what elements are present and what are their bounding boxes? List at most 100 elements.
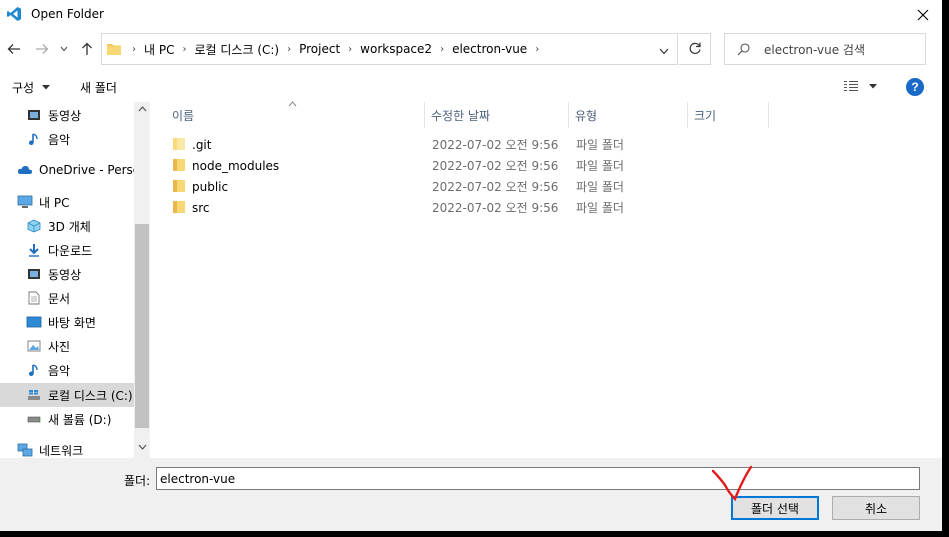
- sidebar-item-my-pc[interactable]: 내 PC: [0, 190, 134, 214]
- cancel-button[interactable]: 취소: [832, 496, 920, 520]
- table-row[interactable]: src 2022-07-02 오전 9:56 파일 폴더: [172, 197, 672, 218]
- column-header-date[interactable]: 수정한 날짜: [425, 102, 569, 128]
- download-icon: [26, 242, 42, 258]
- search-icon: [737, 42, 750, 56]
- folder-label: 폴더:: [124, 474, 151, 488]
- sidebar-item-label: 3D 개체: [48, 219, 91, 234]
- column-header-label: 유형: [575, 108, 598, 123]
- new-folder-button[interactable]: 새 폴더: [80, 79, 117, 96]
- music-icon: [26, 131, 42, 147]
- column-header-name[interactable]: 이름: [166, 102, 425, 128]
- breadcrumb-item-workspace2[interactable]: workspace2: [360, 42, 432, 56]
- music-icon: [26, 362, 42, 378]
- sidebar-item-label: 내 PC: [39, 195, 70, 210]
- column-header-size[interactable]: 크기: [688, 102, 769, 128]
- sidebar-item-local-disk-c[interactable]: 로컬 디스크 (C:): [0, 383, 134, 407]
- chevron-right-icon[interactable]: ›: [132, 44, 136, 55]
- file-date: 2022-07-02 오전 9:56: [432, 201, 559, 215]
- back-arrow-icon[interactable]: [5, 40, 23, 58]
- sidebar-item-network[interactable]: 네트워크: [0, 438, 134, 458]
- file-list: 이름 수정한 날짜 유형 크기 .git 2022-07-02 오전 9:56 …: [150, 101, 942, 458]
- recent-locations-chevron-icon[interactable]: [58, 40, 70, 58]
- sidebar-item-onedrive[interactable]: OneDrive - Personal: [0, 158, 134, 182]
- sidebar-item-label: 바탕 화면: [48, 315, 96, 330]
- drive-icon: [26, 387, 42, 403]
- chevron-down-icon: [42, 85, 51, 90]
- forward-arrow-icon[interactable]: [33, 40, 51, 58]
- folder-icon: [172, 158, 186, 172]
- organize-label: 구성: [12, 81, 35, 95]
- table-row[interactable]: node_modules 2022-07-02 오전 9:56 파일 폴더: [172, 155, 672, 176]
- chevron-right-icon[interactable]: ›: [287, 44, 291, 55]
- help-icon[interactable]: ?: [906, 78, 924, 96]
- address-row: › 내 PC › 로컬 디스크 (C:) › Project › workspa…: [0, 31, 942, 69]
- pc-icon: [17, 194, 33, 210]
- sidebar-item-videos[interactable]: 동영상: [0, 103, 134, 127]
- breadcrumb-item-project[interactable]: Project: [299, 42, 340, 56]
- sidebar-item-label: 음악: [48, 132, 71, 147]
- file-date: 2022-07-02 오전 9:56: [432, 138, 559, 152]
- search-box[interactable]: electron-vue 검색: [724, 33, 926, 65]
- sidebar-scrollbar[interactable]: [134, 102, 150, 458]
- sidebar-item-pictures[interactable]: 사진: [0, 334, 134, 358]
- file-type: 파일 폴더: [576, 159, 624, 173]
- video-icon: [26, 107, 42, 123]
- file-name: .git: [192, 137, 212, 152]
- folder-icon: [172, 179, 186, 193]
- folder-icon: [172, 137, 186, 151]
- file-date: 2022-07-02 오전 9:56: [432, 159, 559, 173]
- file-date: 2022-07-02 오전 9:56: [432, 180, 559, 194]
- folder-name-input[interactable]: [156, 467, 920, 490]
- address-bar[interactable]: › 내 PC › 로컬 디스크 (C:) › Project › workspa…: [101, 33, 678, 65]
- view-options-button[interactable]: [843, 80, 877, 92]
- breadcrumb-item-local-disk[interactable]: 로컬 디스크 (C:): [194, 41, 279, 58]
- chevron-right-icon[interactable]: ›: [348, 44, 352, 55]
- sidebar-item-label: 다운로드: [48, 243, 93, 258]
- details-view-icon: [843, 80, 859, 92]
- organize-button[interactable]: 구성: [12, 79, 51, 96]
- select-folder-button[interactable]: 폴더 선택: [731, 496, 819, 520]
- refresh-button[interactable]: [679, 33, 711, 65]
- drive-icon: [26, 411, 42, 427]
- desktop-icon: [26, 314, 42, 330]
- file-name: src: [192, 200, 210, 215]
- sidebar-item-music[interactable]: 음악: [0, 127, 134, 151]
- sidebar-item-music-pc[interactable]: 음악: [0, 358, 134, 382]
- column-header-label: 크기: [694, 108, 717, 123]
- file-type: 파일 폴더: [576, 201, 624, 215]
- open-folder-dialog: Open Folder › 내 PC › 로컬 디스크 (C:) › Proje…: [0, 0, 942, 531]
- sidebar-item-downloads[interactable]: 다운로드: [0, 238, 134, 262]
- sidebar-item-volume-d[interactable]: 새 볼륨 (D:): [0, 407, 134, 431]
- close-icon[interactable]: [906, 0, 940, 30]
- chevron-right-icon[interactable]: ›: [440, 44, 444, 55]
- breadcrumb-item-my-pc[interactable]: 내 PC: [144, 41, 174, 58]
- breadcrumb-item-electron-vue[interactable]: electron-vue: [452, 42, 527, 56]
- file-type: 파일 폴더: [576, 180, 624, 194]
- column-header-type[interactable]: 유형: [569, 102, 688, 128]
- search-input[interactable]: electron-vue 검색: [764, 41, 865, 58]
- chevron-down-icon[interactable]: [659, 44, 669, 58]
- column-header-label: 수정한 날짜: [431, 108, 491, 123]
- scrollbar-thumb[interactable]: [135, 224, 149, 428]
- picture-icon: [26, 338, 42, 354]
- sidebar-item-documents[interactable]: 문서: [0, 286, 134, 310]
- scroll-up-icon[interactable]: [137, 105, 147, 115]
- window-title: Open Folder: [31, 7, 104, 21]
- scroll-down-icon[interactable]: [137, 443, 147, 453]
- up-arrow-icon[interactable]: [78, 40, 96, 58]
- sidebar-item-desktop[interactable]: 바탕 화면: [0, 310, 134, 334]
- sidebar-item-label: 동영상: [48, 267, 82, 282]
- chevron-right-icon[interactable]: ›: [182, 44, 186, 55]
- sidebar-item-label: 로컬 디스크 (C:): [48, 388, 133, 403]
- sidebar-item-videos-pc[interactable]: 동영상: [0, 262, 134, 286]
- new-folder-label: 새 폴더: [80, 81, 117, 95]
- table-row[interactable]: public 2022-07-02 오전 9:56 파일 폴더: [172, 176, 672, 197]
- cloud-icon: [17, 162, 33, 178]
- chevron-right-icon[interactable]: ›: [535, 44, 539, 55]
- network-icon: [17, 442, 33, 458]
- sidebar-item-3d-objects[interactable]: 3D 개체: [0, 214, 134, 238]
- cube-icon: [26, 218, 42, 234]
- breadcrumb: › 내 PC › 로컬 디스크 (C:) › Project › workspa…: [124, 41, 547, 58]
- table-row[interactable]: .git 2022-07-02 오전 9:56 파일 폴더: [172, 134, 672, 155]
- sidebar-item-label: 동영상: [48, 108, 82, 123]
